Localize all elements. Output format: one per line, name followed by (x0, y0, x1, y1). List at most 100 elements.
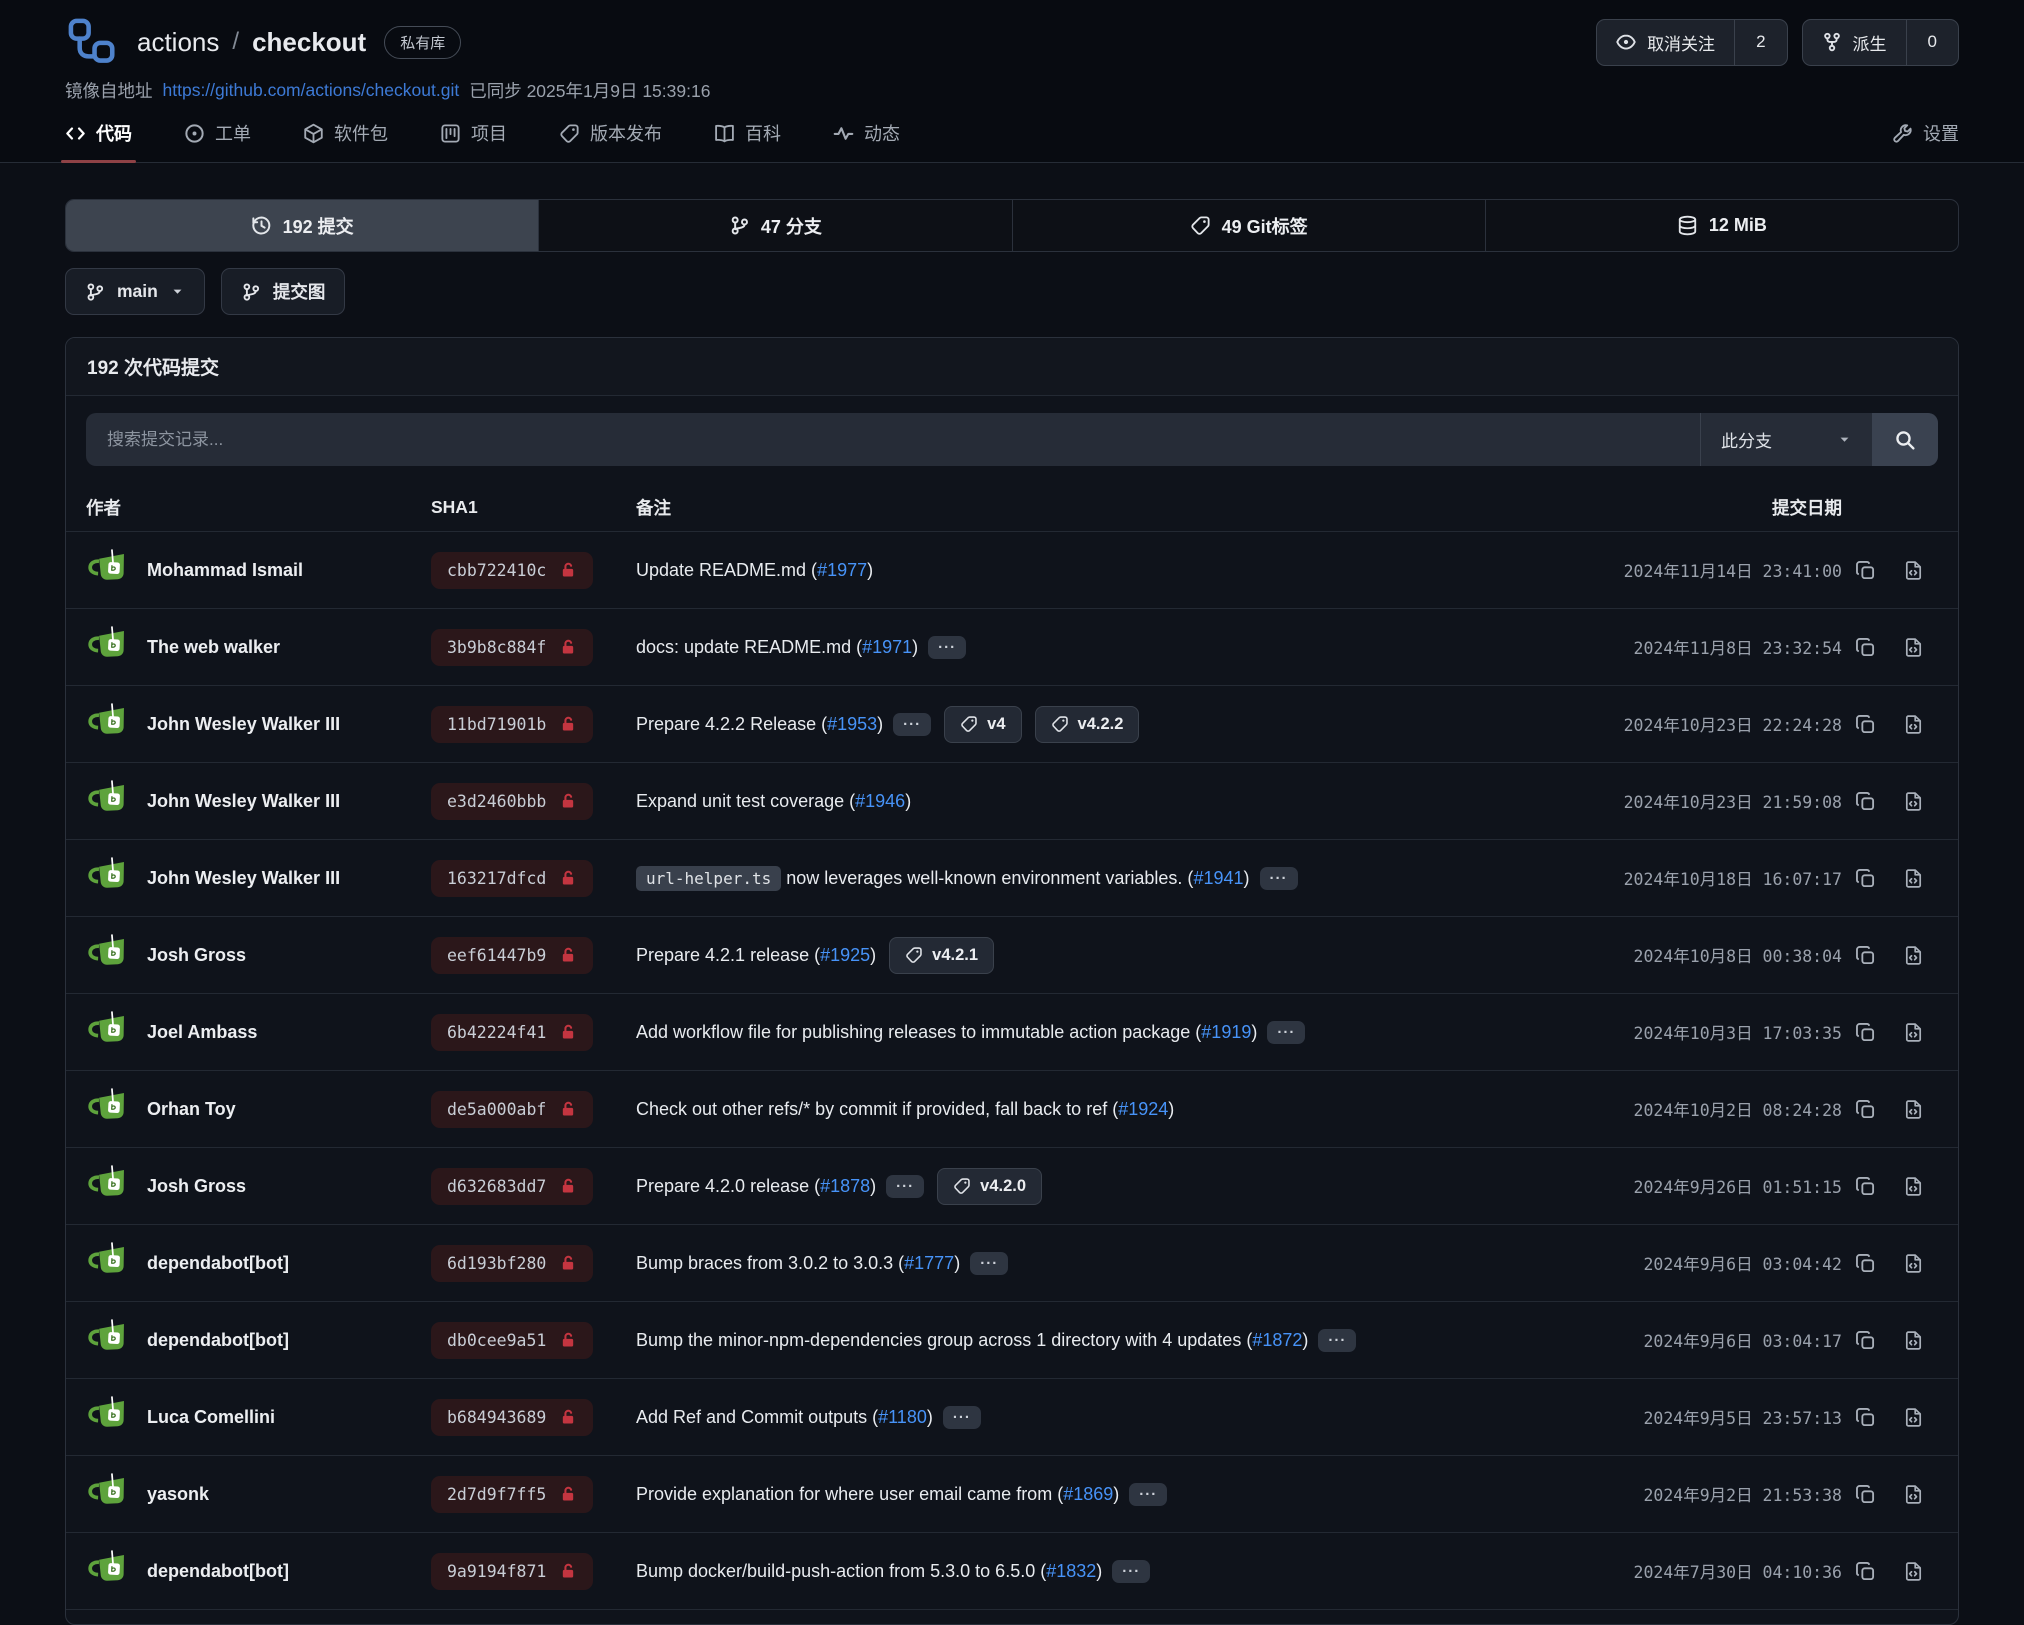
expand-commit-button[interactable]: ··· (943, 1406, 981, 1429)
commit-sha-link[interactable]: d632683dd7 (431, 1168, 593, 1205)
pr-link[interactable]: #1869 (1063, 1484, 1113, 1505)
commit-message-link[interactable]: ) (1113, 1484, 1119, 1505)
commit-sha-link[interactable]: 11bd71901b (431, 706, 593, 743)
commit-author-name[interactable]: John Wesley Walker III (147, 868, 340, 889)
copy-sha-button[interactable] (1842, 1071, 1888, 1147)
copy-sha-button[interactable] (1842, 1533, 1888, 1609)
browse-source-button[interactable] (1888, 532, 1938, 608)
avatar[interactable] (86, 701, 132, 747)
commit-author-name[interactable]: Mohammad Ismail (147, 560, 303, 581)
copy-sha-button[interactable] (1842, 1225, 1888, 1301)
expand-commit-button[interactable]: ··· (893, 713, 931, 736)
commit-message-link[interactable]: ) (870, 1176, 876, 1197)
pr-link[interactable]: #1953 (827, 714, 877, 735)
stat-size[interactable]: 12 MiB (1485, 200, 1958, 251)
commit-graph-button[interactable]: 提交图 (221, 268, 346, 315)
browse-source-button[interactable] (1888, 1071, 1938, 1147)
avatar[interactable] (86, 1240, 132, 1286)
fork-button[interactable]: 派生 (1803, 20, 1906, 65)
copy-sha-button[interactable] (1842, 1456, 1888, 1532)
pr-link[interactable]: #1180 (878, 1407, 927, 1428)
commit-author-name[interactable]: dependabot[bot] (147, 1253, 289, 1274)
repo-name-link[interactable]: checkout (252, 27, 366, 58)
commit-author-name[interactable]: Luca Comellini (147, 1407, 275, 1428)
avatar[interactable] (86, 855, 132, 901)
pr-link[interactable]: #1832 (1046, 1561, 1096, 1582)
commit-author-name[interactable]: John Wesley Walker III (147, 714, 340, 735)
commit-message-link[interactable]: docs: update README.md ( (636, 637, 862, 658)
browse-source-button[interactable] (1888, 840, 1938, 916)
commit-sha-link[interactable]: 9a9194f871 (431, 1553, 593, 1590)
commit-message-link[interactable]: Expand unit test coverage ( (636, 791, 855, 812)
expand-commit-button[interactable]: ··· (1260, 867, 1298, 890)
search-button[interactable] (1872, 413, 1938, 466)
commit-message-link[interactable]: ) (877, 714, 883, 735)
avatar[interactable] (86, 1548, 132, 1594)
expand-commit-button[interactable]: ··· (928, 636, 966, 659)
commit-message-link[interactable]: ) (927, 1407, 933, 1428)
watchers-count[interactable]: 2 (1734, 20, 1786, 65)
avatar[interactable] (86, 778, 132, 824)
tag-badge[interactable]: v4.2.2 (1035, 706, 1140, 743)
avatar[interactable] (86, 547, 132, 593)
browse-source-button[interactable] (1888, 1533, 1938, 1609)
tab-packages[interactable]: 软件包 (303, 120, 388, 146)
site-logo-icon[interactable] (65, 15, 119, 69)
commit-message-link[interactable]: Add Ref and Commit outputs ( (636, 1407, 878, 1428)
avatar[interactable] (86, 624, 132, 670)
avatar[interactable] (86, 1163, 132, 1209)
commit-author-name[interactable]: Josh Gross (147, 1176, 246, 1197)
commit-author-name[interactable]: dependabot[bot] (147, 1330, 289, 1351)
pr-link[interactable]: #1941 (1193, 868, 1243, 889)
tab-wiki[interactable]: 百科 (714, 120, 781, 146)
stat-commits[interactable]: 192 提交 (66, 200, 538, 251)
commit-message-link[interactable]: ) (1096, 1561, 1102, 1582)
copy-sha-button[interactable] (1842, 917, 1888, 993)
pr-link[interactable]: #1878 (820, 1176, 870, 1197)
expand-commit-button[interactable]: ··· (970, 1252, 1008, 1275)
commit-message-link[interactable]: Update README.md ( (636, 560, 817, 581)
commit-message-link[interactable]: ) (1168, 1099, 1174, 1120)
commit-message-link[interactable]: now leverages well-known environment var… (786, 868, 1193, 889)
pr-link[interactable]: #1919 (1201, 1022, 1251, 1043)
commit-author-name[interactable]: Joel Ambass (147, 1022, 257, 1043)
commit-sha-link[interactable]: eef61447b9 (431, 937, 593, 974)
browse-source-button[interactable] (1888, 1148, 1938, 1224)
expand-commit-button[interactable]: ··· (1129, 1483, 1167, 1506)
commit-message-link[interactable]: Prepare 4.2.2 Release ( (636, 714, 827, 735)
commit-message-link[interactable]: Bump docker/build-push-action from 5.3.0… (636, 1561, 1046, 1582)
commit-message-link[interactable]: Prepare 4.2.0 release ( (636, 1176, 820, 1197)
commit-search-input[interactable] (86, 413, 1700, 466)
forks-count[interactable]: 0 (1906, 20, 1958, 65)
tab-settings[interactable]: 设置 (1892, 120, 1959, 146)
browse-source-button[interactable] (1888, 917, 1938, 993)
commit-message-link[interactable]: Bump the minor-npm-dependencies group ac… (636, 1330, 1252, 1351)
tag-badge[interactable]: v4 (944, 706, 1021, 743)
avatar[interactable] (86, 1086, 132, 1132)
copy-sha-button[interactable] (1842, 1148, 1888, 1224)
pr-link[interactable]: #1872 (1252, 1330, 1302, 1351)
expand-commit-button[interactable]: ··· (886, 1175, 924, 1198)
commit-message-link[interactable]: ) (1244, 868, 1250, 889)
browse-source-button[interactable] (1888, 1456, 1938, 1532)
commit-message-link[interactable]: Prepare 4.2.1 release ( (636, 945, 820, 966)
avatar[interactable] (86, 1394, 132, 1440)
tab-issues[interactable]: 工单 (184, 120, 251, 146)
commit-sha-link[interactable]: cbb722410c (431, 552, 593, 589)
tab-projects[interactable]: 项目 (440, 120, 507, 146)
commit-sha-link[interactable]: 6d193bf280 (431, 1245, 593, 1282)
copy-sha-button[interactable] (1842, 609, 1888, 685)
pr-link[interactable]: #1946 (855, 791, 905, 812)
commit-message-link[interactable]: ) (954, 1253, 960, 1274)
pr-link[interactable]: #1977 (817, 560, 867, 581)
commit-sha-link[interactable]: 3b9b8c884f (431, 629, 593, 666)
expand-commit-button[interactable]: ··· (1318, 1329, 1356, 1352)
stat-tags[interactable]: 49 Git标签 (1012, 200, 1485, 251)
stat-branches[interactable]: 47 分支 (538, 200, 1011, 251)
avatar[interactable] (86, 1009, 132, 1055)
commit-author-name[interactable]: The web walker (147, 637, 280, 658)
commit-sha-link[interactable]: e3d2460bbb (431, 783, 593, 820)
commit-message-link[interactable]: ) (1251, 1022, 1257, 1043)
copy-sha-button[interactable] (1842, 532, 1888, 608)
pr-link[interactable]: #1777 (904, 1253, 954, 1274)
